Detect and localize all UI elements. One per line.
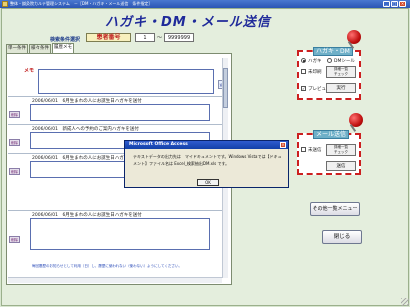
history-row-4-delete-button[interactable]: 削除 (9, 236, 20, 243)
postcard-radio-label: ハガキ (308, 59, 322, 64)
dm-sticker-radio-label: DMシール (334, 59, 355, 64)
dialog-message: テキストデータの出力先は マイドキュメントです。Windows Vistaでは【… (133, 154, 282, 166)
postcard-detail-list-button[interactable]: 詳細一覧 チェック (326, 66, 356, 78)
tab-history-memo[interactable]: 履歴メモ (52, 43, 74, 53)
minimize-button[interactable]: _ (383, 1, 390, 7)
tab-various-conditions[interactable]: 様々条件 (29, 44, 51, 53)
row-separator (8, 124, 228, 125)
postcard-dm-group-title: ハガキ・DM (313, 47, 353, 56)
postcard-radio[interactable] (301, 58, 306, 63)
close-form-button[interactable]: 閉じる (322, 230, 362, 244)
app-titlebar: 整体・鍼灸院カルテ管理システム －［DM・ハガキ・メール送信 条件指定］ _ □… (0, 0, 410, 8)
mail-send-button[interactable]: 送信 (326, 161, 356, 171)
mail-send-group-title: メール送信 (313, 130, 350, 139)
app-icon (2, 1, 8, 7)
row-separator (8, 96, 228, 97)
range-separator: ～ (157, 35, 163, 41)
row-separator (8, 210, 228, 211)
history-row-3-delete-button[interactable]: 削除 (9, 168, 20, 175)
history-row-4-box[interactable] (30, 218, 210, 250)
history-horizontal-scrollbar[interactable] (8, 277, 222, 283)
access-message-dialog: Microsoft Office Access × テキストデータの出力先は マ… (124, 140, 289, 188)
search-condition-label: 検索条件選択 (50, 37, 81, 43)
dialog-title: Microsoft Office Access (125, 141, 288, 149)
search-field-select[interactable]: 患者番号 (86, 33, 131, 42)
range-to-input[interactable]: 9999999 (164, 33, 194, 42)
memo-input[interactable] (38, 69, 214, 94)
preview-checkbox[interactable]: ✓ (301, 86, 306, 91)
close-window-button[interactable]: × (399, 1, 406, 7)
unprinted-checkbox[interactable] (301, 69, 306, 74)
dm-sticker-radio[interactable] (327, 58, 332, 63)
resize-grip[interactable] (401, 298, 409, 306)
postcard-run-button[interactable]: 実行 (326, 83, 356, 93)
history-row-2-delete-button[interactable]: 削除 (9, 139, 20, 146)
scrollbar-thumb[interactable] (223, 68, 228, 108)
page-title: ハガキ・DM・メール送信 (105, 15, 271, 30)
tab-single-condition[interactable]: 単一条件 (6, 44, 28, 53)
dialog-ok-button[interactable]: OK (197, 179, 219, 186)
range-from-input[interactable]: 1 (135, 33, 155, 42)
unsent-checkbox[interactable] (301, 147, 306, 152)
mail-detail-list-button[interactable]: 詳細一覧 チェック (326, 144, 356, 156)
history-footer-note: 毎回履歴のお知らせとして利用（日）し、履歴に使われない（使わない）ようにしてくだ… (32, 264, 182, 268)
history-row-1-delete-button[interactable]: 削除 (9, 111, 20, 118)
maximize-button[interactable]: □ (391, 1, 398, 7)
unprinted-checkbox-label: 未印刷 (308, 70, 322, 75)
other-list-menu-button[interactable]: その他一覧メニュー (310, 202, 360, 216)
unsent-checkbox-label: 未送信 (308, 148, 322, 153)
memo-label: メモ (24, 68, 35, 74)
window-title: 整体・鍼灸院カルテ管理システム －［DM・ハガキ・メール送信 条件指定］ (10, 1, 153, 6)
history-row-1-box[interactable] (30, 104, 210, 121)
dialog-close-icon[interactable]: × (280, 142, 286, 148)
